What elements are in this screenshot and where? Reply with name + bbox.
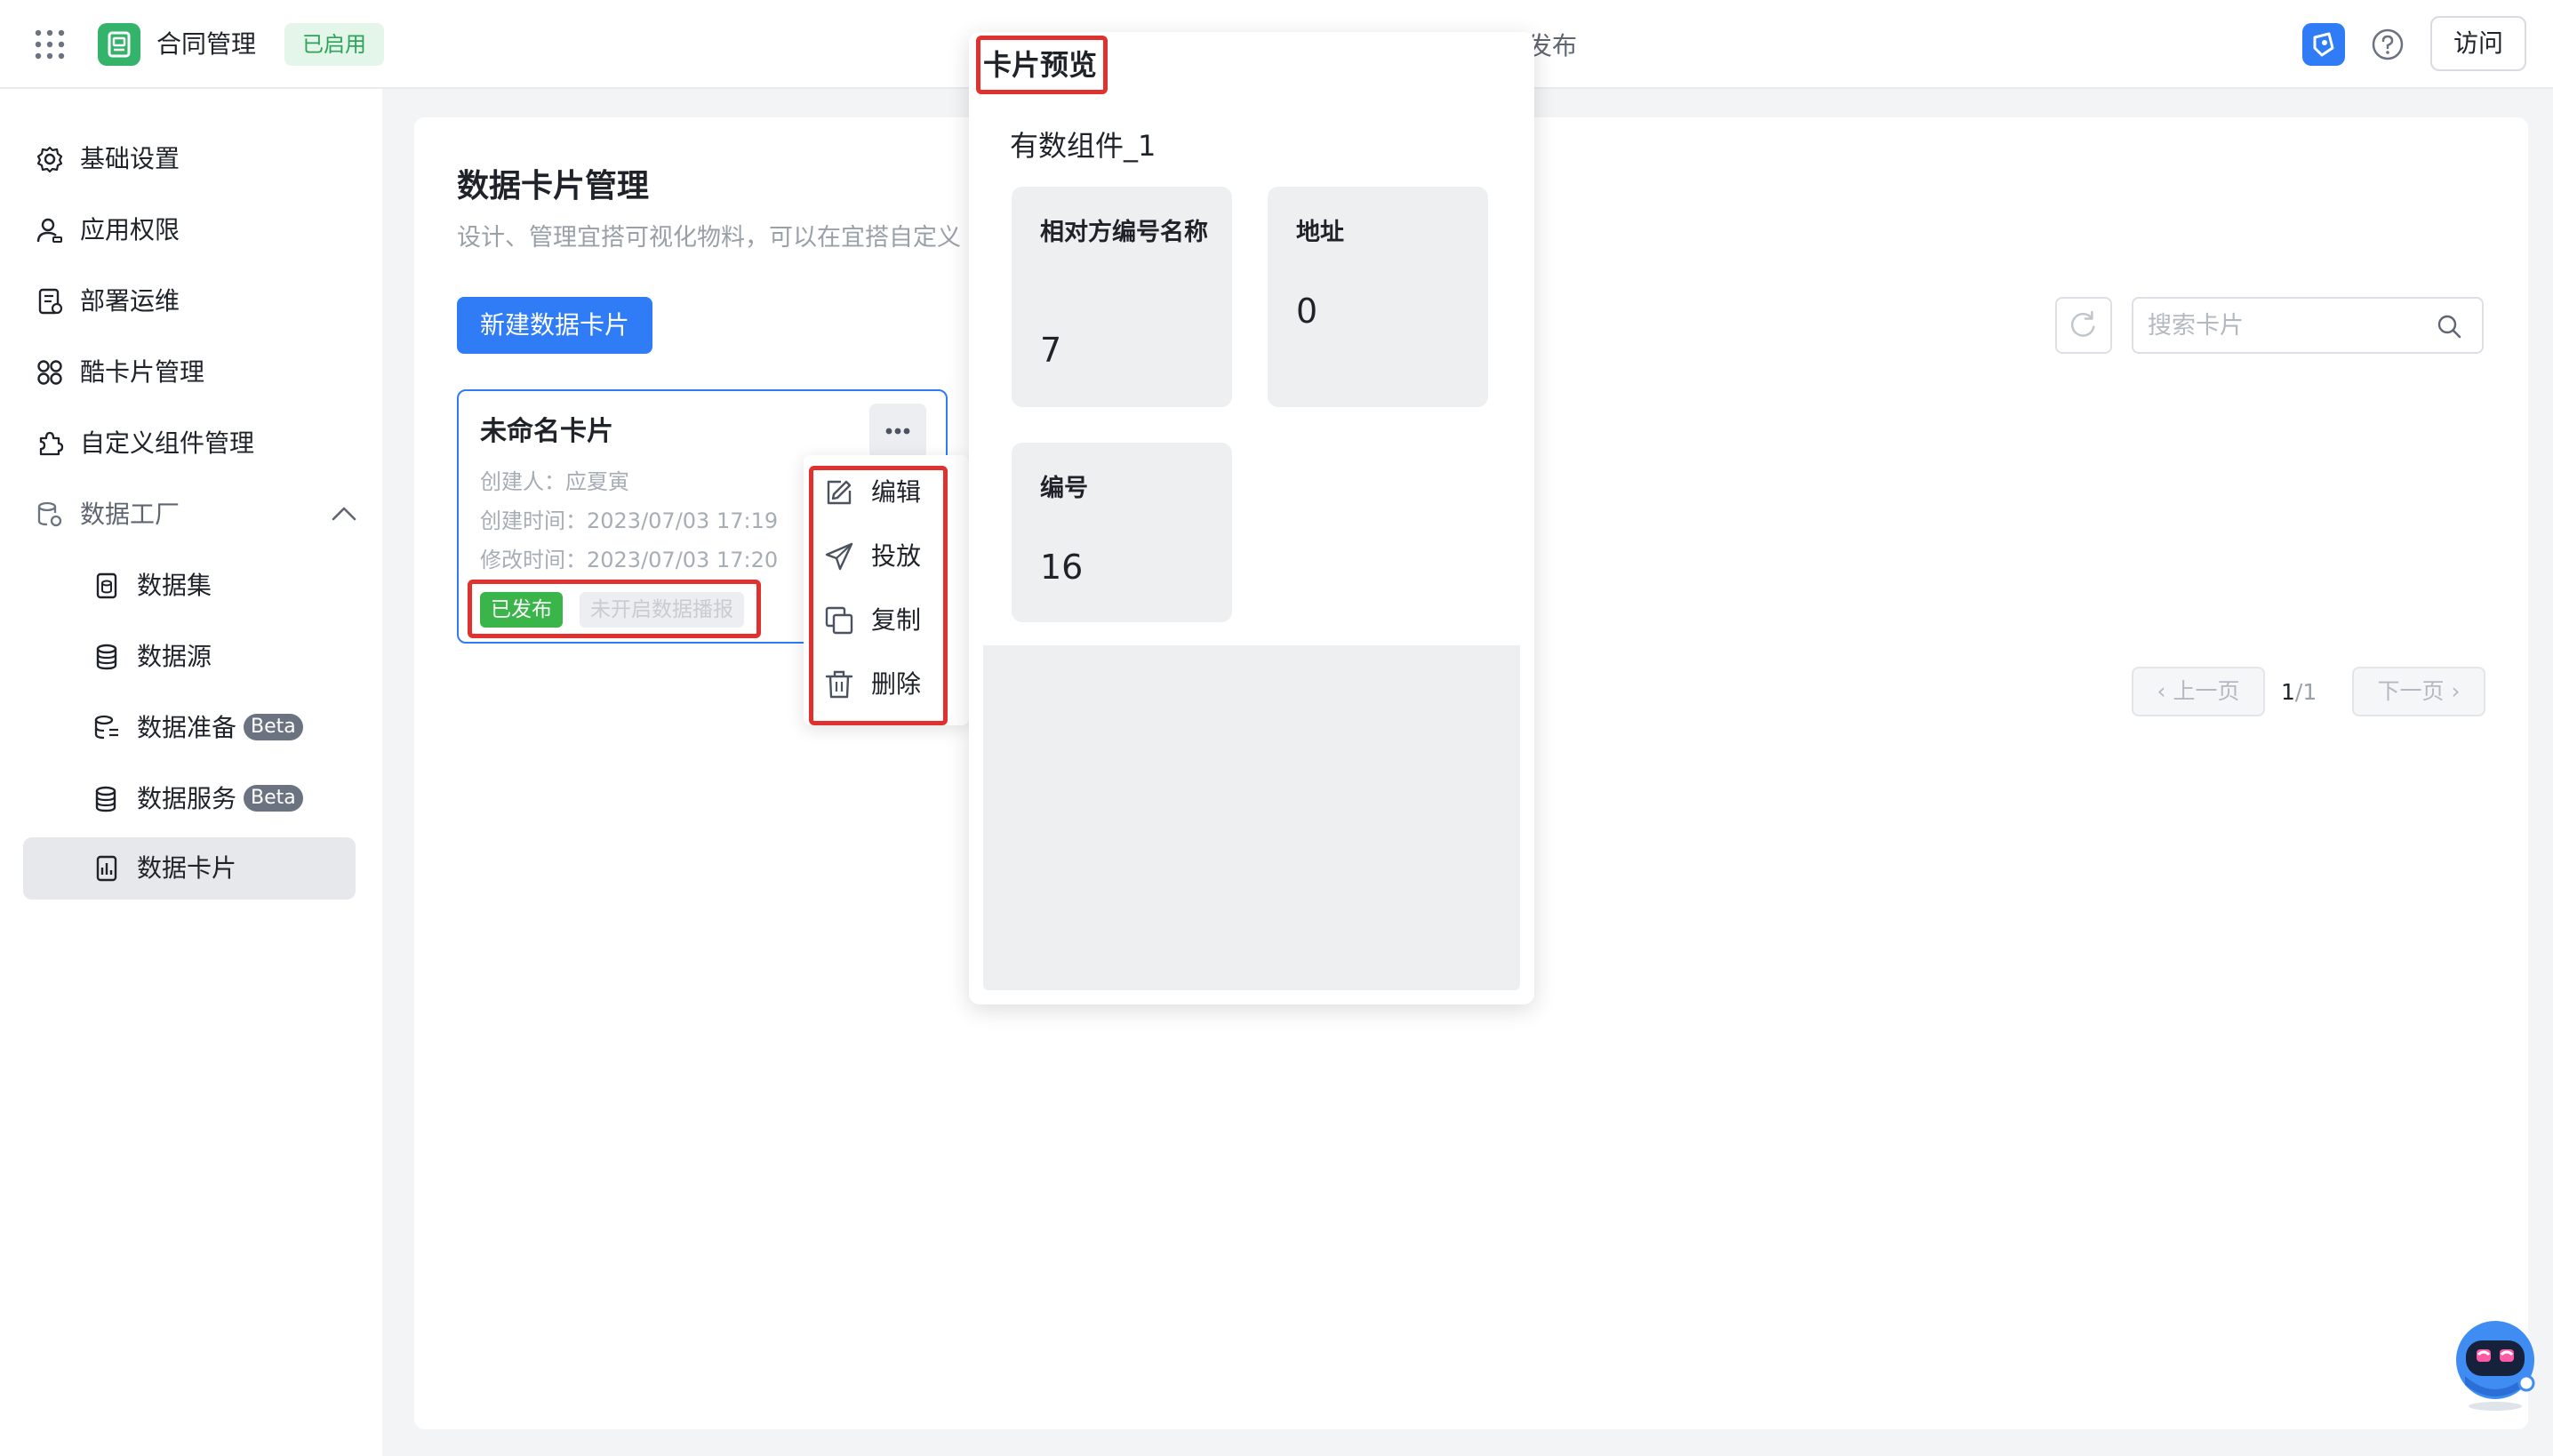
user-permission-icon <box>36 218 62 243</box>
sidebar-item-data-factory[interactable]: 数据工厂 <box>23 484 356 546</box>
sidebar: 基础设置 应用权限 部署运维 酷卡片管理 自定义组件管理 数据工厂 数据集 数据… <box>0 89 382 1456</box>
metric-label: 地址 <box>1296 219 1344 246</box>
highlight-box-preview-title <box>976 36 1108 94</box>
page-description: 设计、管理宜搭可视化物料，可以在宜搭自定义 <box>457 224 961 252</box>
help-icon[interactable] <box>2370 27 2405 62</box>
robot-icon <box>2456 1321 2535 1411</box>
sidebar-item-label: 自定义组件管理 <box>80 428 255 458</box>
sidebar-subitem-data-service[interactable]: 数据服务 Beta <box>23 768 356 830</box>
sidebar-subitem-label: 数据源 <box>137 642 212 671</box>
sidebar-subitem-dataset[interactable]: 数据集 <box>23 555 356 617</box>
search-input[interactable] <box>2148 308 2414 343</box>
deploy-icon <box>38 288 63 315</box>
metric-card: 地址 0 <box>1268 187 1488 407</box>
sidebar-item-cool-card[interactable]: 酷卡片管理 <box>23 341 356 404</box>
metric-value: 7 <box>1040 331 1062 370</box>
pagination-next-button[interactable]: 下一页 › <box>2352 667 2485 716</box>
assistant-icon[interactable] <box>2302 23 2345 66</box>
ai-assistant-bot[interactable] <box>2452 1314 2539 1413</box>
data-prep-icon <box>94 715 118 740</box>
grid-icon <box>37 360 62 385</box>
refresh-button[interactable] <box>2055 297 2112 354</box>
metric-card: 相对方编号名称 7 <box>1012 187 1232 407</box>
search-box <box>2132 297 2484 354</box>
apps-grid-icon[interactable] <box>34 28 66 60</box>
sidebar-subitem-label: 数据服务 Beta <box>137 780 303 818</box>
data-service-icon <box>95 786 116 812</box>
sidebar-item-label: 酷卡片管理 <box>80 357 205 387</box>
puzzle-icon <box>39 431 64 456</box>
highlight-box-menu <box>809 466 948 725</box>
preview-body: 有数组件_1 相对方编号名称 7 地址 0 编号 16 <box>983 101 1520 990</box>
chevron-up-icon[interactable] <box>331 503 357 524</box>
sidebar-subitem-datasource[interactable]: 数据源 <box>23 626 356 688</box>
dataset-icon <box>96 572 117 599</box>
sidebar-item-deploy-ops[interactable]: 部署运维 <box>23 270 356 332</box>
card-title: 未命名卡片 <box>480 416 613 447</box>
card-preview-popover: 卡片预览 有数组件_1 相对方编号名称 7 地址 0 编号 16 <box>969 32 1534 1004</box>
pagination-prev-button[interactable]: ‹ 上一页 <box>2132 667 2265 716</box>
widget-title: 有数组件_1 <box>1010 129 1156 163</box>
card-creator: 创建人：应夏寅 <box>480 469 629 494</box>
page-title: 数据卡片管理 <box>457 168 650 204</box>
sidebar-item-custom-components[interactable]: 自定义组件管理 <box>23 412 356 475</box>
sidebar-item-app-permissions[interactable]: 应用权限 <box>23 199 356 261</box>
data-factory-icon <box>37 501 62 527</box>
beta-badge: Beta <box>244 714 303 740</box>
metric-card: 编号 16 <box>1012 443 1232 622</box>
visit-button[interactable]: 访问 <box>2430 16 2526 71</box>
preview-widget: 有数组件_1 相对方编号名称 7 地址 0 编号 16 <box>983 101 1520 645</box>
search-icon[interactable] <box>2436 313 2462 340</box>
header-tab-publish[interactable]: 发布 <box>1527 28 1577 64</box>
highlight-box-tags <box>468 580 761 638</box>
data-card-icon <box>96 855 117 882</box>
database-icon <box>96 644 117 670</box>
sidebar-item-label: 基础设置 <box>80 144 180 173</box>
app-status-badge: 已启用 <box>284 23 384 66</box>
metric-label: 编号 <box>1040 475 1088 502</box>
metric-value: 16 <box>1040 548 1084 587</box>
sidebar-subitem-label: 数据集 <box>137 571 212 600</box>
app-logo-icon <box>98 23 140 66</box>
card-created-time: 创建时间：2023/07/03 17:19 <box>480 508 779 533</box>
sidebar-item-basic-settings[interactable]: 基础设置 <box>23 128 356 190</box>
chevron-left-icon: ‹ <box>2157 678 2173 704</box>
sidebar-item-label: 部署运维 <box>80 286 180 316</box>
card-modified-time: 修改时间：2023/07/03 17:20 <box>480 548 779 572</box>
sidebar-item-label: 应用权限 <box>80 215 180 244</box>
chevron-right-icon: › <box>2444 678 2461 704</box>
beta-badge: Beta <box>244 785 303 812</box>
app-name: 合同管理 <box>156 29 257 59</box>
sidebar-subitem-data-card[interactable]: 数据卡片 <box>23 837 356 900</box>
sidebar-item-label: 数据工厂 <box>80 500 180 529</box>
metric-label: 相对方编号名称 <box>1040 219 1208 246</box>
metric-value: 0 <box>1296 292 1318 331</box>
sidebar-subitem-label: 数据卡片 <box>137 853 237 883</box>
sidebar-subitem-data-prep[interactable]: 数据准备 Beta <box>23 697 356 759</box>
gear-icon <box>36 146 63 173</box>
more-actions-button[interactable] <box>869 404 926 459</box>
more-horizontal-icon <box>885 428 910 435</box>
new-data-card-button[interactable]: 新建数据卡片 <box>457 297 652 354</box>
refresh-icon <box>2070 310 2095 337</box>
sidebar-subitem-label: 数据准备 Beta <box>137 709 303 747</box>
pagination-indicator: 1/1 <box>2281 679 2317 705</box>
